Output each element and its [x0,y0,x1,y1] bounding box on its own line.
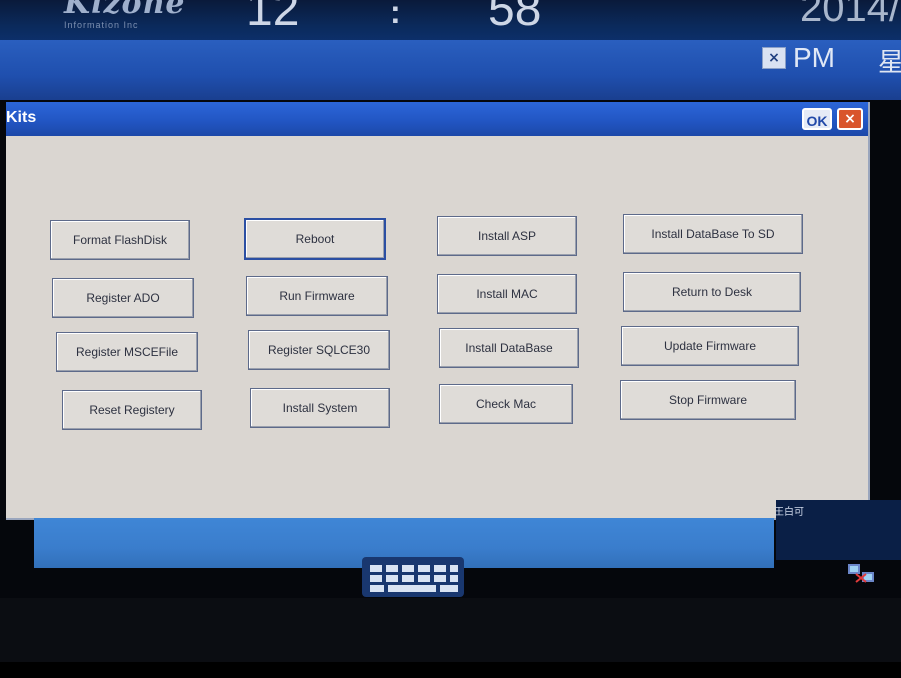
date-display: 2014/ [800,0,901,30]
dialog-title: Kits [6,109,37,126]
dialog-titlebar[interactable]: Kits OK × [6,102,868,136]
background-window-close-button[interactable]: × [762,47,786,69]
register-ado-button[interactable]: Register ADO [52,278,194,318]
screen-bezel [0,662,901,678]
ime-indicator[interactable]: 王白可 [774,503,804,518]
clock-hour: 12 [246,0,300,36]
background-trailing-char: 星 [878,48,901,78]
background-ampm: PM [793,42,835,73]
check-mac-button[interactable]: Check Mac [439,384,573,424]
install-database-button[interactable]: Install DataBase [439,328,579,368]
register-sqlce30-button[interactable]: Register SQLCE30 [248,330,390,370]
install-mac-button[interactable]: Install MAC [437,274,577,314]
clock-minute: 58 [488,0,542,36]
close-button[interactable]: × [837,108,863,130]
register-mscefile-button[interactable]: Register MSCEFile [56,332,198,372]
return-to-desk-button[interactable]: Return to Desk [623,272,801,312]
keyboard-icon[interactable] [362,557,464,597]
update-firmware-button[interactable]: Update Firmware [621,326,799,366]
brand-logo: Kizone [64,0,186,21]
format-flashdisk-button[interactable]: Format FlashDisk [50,220,190,260]
reboot-button[interactable]: Reboot [244,218,386,260]
install-database-to-sd-button[interactable]: Install DataBase To SD [623,214,803,254]
clock-separator: : [390,0,401,30]
brand-subtitle: Information Inc [64,20,139,30]
reset-registery-button[interactable]: Reset Registery [62,390,202,430]
stop-firmware-button[interactable]: Stop Firmware [620,380,796,420]
ok-button[interactable]: OK [802,108,832,130]
run-firmware-button[interactable]: Run Firmware [246,276,388,316]
install-system-button[interactable]: Install System [250,388,390,428]
network-icon[interactable] [846,558,886,588]
kits-dialog: Kits OK × Format FlashDisk Reboot Instal… [6,102,870,520]
install-asp-button[interactable]: Install ASP [437,216,577,256]
